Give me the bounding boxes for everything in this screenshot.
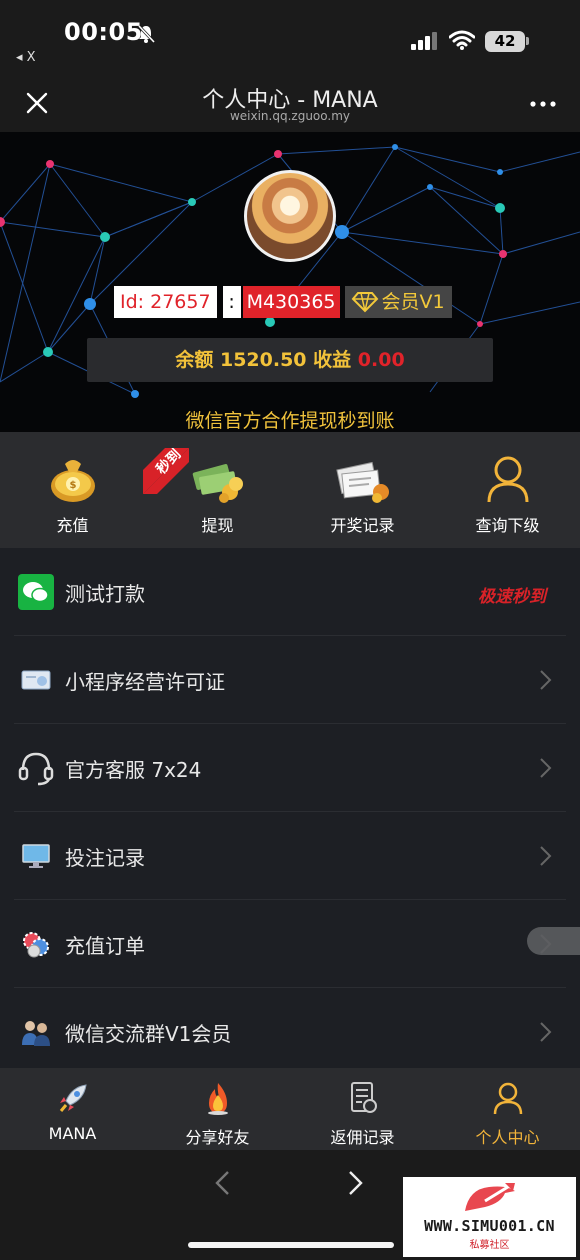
wifi-icon bbox=[449, 30, 475, 50]
recharge-button[interactable]: $ 充值 bbox=[0, 446, 145, 536]
user-id-label: Id: bbox=[120, 291, 145, 313]
certificate-icon bbox=[21, 670, 51, 690]
user-outline-icon bbox=[487, 456, 528, 503]
battery-tip bbox=[526, 37, 529, 45]
tab-label-share-friends: 分享好友 bbox=[185, 1128, 250, 1147]
balance-value: 1520.50 bbox=[219, 349, 307, 371]
chevron-right-icon bbox=[540, 670, 552, 690]
home-indicator[interactable] bbox=[188, 1242, 394, 1248]
floating-handle[interactable] bbox=[527, 927, 580, 955]
menu-item-wechat-group[interactable]: 微信交流群V1会员 bbox=[0, 988, 580, 1076]
tab-share-friends[interactable]: 分享好友 bbox=[145, 1080, 290, 1148]
tab-label-commission-records: 返佣记录 bbox=[330, 1128, 395, 1147]
balance-bar: 余额 1520.50 收益 0.00 bbox=[87, 338, 493, 382]
instant-payout-badge: 极速秒到 bbox=[478, 587, 549, 607]
user-id: Id: 27657 bbox=[114, 286, 217, 318]
status-time: 00:05 bbox=[64, 18, 143, 46]
withdraw-notice: 微信官方合作提现秒到账 bbox=[185, 410, 395, 432]
vip-badge: 会员V1 bbox=[344, 286, 452, 318]
tab-personal-center[interactable]: 个人中心 bbox=[435, 1080, 580, 1148]
menu-label-recharge-orders: 充值订单 bbox=[65, 934, 145, 958]
chevron-right-icon bbox=[540, 846, 552, 866]
user-id-row: Id: 27657 : M430365 会员V1 bbox=[114, 286, 452, 318]
income-value: 0.00 bbox=[357, 349, 405, 371]
menu-label-wechat-group: 微信交流群V1会员 bbox=[65, 1022, 232, 1046]
flame-icon bbox=[207, 1083, 228, 1115]
draw-records-button[interactable]: 开奖记录 bbox=[290, 446, 435, 536]
group-icon bbox=[22, 1021, 50, 1046]
quick-actions: $ 充值 提现 秒到 开奖记录 查询下级 bbox=[0, 432, 580, 548]
menu-item-recharge-orders[interactable]: 充值订单 bbox=[0, 900, 580, 988]
monitor-icon bbox=[22, 844, 50, 868]
menu-item-customer-service[interactable]: 官方客服 7x24 bbox=[0, 724, 580, 812]
tab-commission-records[interactable]: 返佣记录 bbox=[290, 1080, 435, 1148]
avatar[interactable] bbox=[244, 170, 336, 262]
battery-indicator: 42 bbox=[485, 31, 525, 52]
ticket-records-icon bbox=[335, 461, 389, 503]
profile-header: Id: 27657 : M430365 会员V1 余额 1520.50 收益 0… bbox=[0, 132, 580, 432]
title-bar: 个人中心 - MANA weixin.qq.zguoo.my bbox=[0, 80, 580, 132]
headset-icon bbox=[18, 752, 54, 786]
bottom-tab-bar: MANA 分享好友 返佣记录 个人中心 bbox=[0, 1068, 580, 1150]
rocket-icon bbox=[59, 1084, 87, 1112]
instant-ribbon: 秒到 bbox=[143, 448, 189, 494]
back-to-app-link[interactable]: ◂ X bbox=[16, 50, 36, 65]
more-options-icon[interactable] bbox=[528, 94, 558, 114]
back-arrow-icon[interactable] bbox=[212, 1170, 234, 1196]
browser-navigation: WWW.SIMU001.CN 私募社区 bbox=[0, 1150, 580, 1260]
money-bag-icon: $ bbox=[50, 460, 95, 502]
menu-item-test-payment[interactable]: 测试打款 极速秒到 bbox=[0, 548, 580, 636]
svg-text:$: $ bbox=[69, 480, 76, 491]
document-icon bbox=[350, 1082, 377, 1113]
draw-records-label: 开奖记录 bbox=[330, 516, 395, 535]
tab-label-personal-center: 个人中心 bbox=[475, 1128, 540, 1147]
chevron-right-icon bbox=[540, 758, 552, 778]
signal-icon bbox=[411, 32, 437, 50]
income-label: 收益 bbox=[313, 349, 352, 371]
diamond-icon bbox=[351, 292, 378, 313]
query-subordinates-button[interactable]: 查询下级 bbox=[435, 446, 580, 536]
balance-label: 余额 bbox=[175, 349, 214, 371]
user-id-value: 27657 bbox=[150, 291, 211, 313]
user-code: M430365 bbox=[242, 286, 340, 318]
tab-label-mana: MANA bbox=[48, 1124, 97, 1143]
instant-payout-text: 极速秒到 bbox=[478, 587, 549, 607]
id-separator: : bbox=[222, 286, 241, 318]
watermark: WWW.SIMU001.CN 私募社区 bbox=[403, 1177, 576, 1257]
bell-muted-icon bbox=[137, 24, 156, 44]
watermark-site: WWW.SIMU001.CN bbox=[424, 1217, 555, 1235]
menu-label-bet-records: 投注记录 bbox=[65, 846, 145, 870]
menu-label-customer-service: 官方客服 7x24 bbox=[65, 758, 202, 782]
query-subordinates-label: 查询下级 bbox=[475, 516, 540, 535]
page-url: weixin.qq.zguoo.my bbox=[229, 109, 351, 123]
vip-label: 会员V1 bbox=[381, 291, 445, 313]
recharge-label: 充值 bbox=[56, 516, 89, 535]
watermark-sub: 私募社区 bbox=[469, 1240, 510, 1251]
menu-list: 测试打款 极速秒到 小程序经营许可证 官方客服 7x24 投注记录 充值订单 微… bbox=[0, 548, 580, 1068]
tab-mana[interactable]: MANA bbox=[0, 1080, 145, 1143]
menu-label-license: 小程序经营许可证 bbox=[65, 670, 225, 694]
menu-item-bet-records[interactable]: 投注记录 bbox=[0, 812, 580, 900]
menu-label-test-payment: 测试打款 bbox=[65, 582, 145, 606]
chips-icon bbox=[23, 932, 49, 958]
wechat-icon bbox=[18, 574, 54, 610]
chevron-right-icon bbox=[540, 1022, 552, 1042]
withdraw-label: 提现 bbox=[201, 516, 234, 535]
cash-stack-icon bbox=[192, 464, 243, 503]
user-outline-icon bbox=[493, 1082, 522, 1115]
status-bar: 00:05 ◂ X 42 bbox=[0, 0, 580, 80]
forward-arrow-icon[interactable] bbox=[344, 1170, 366, 1196]
menu-item-license[interactable]: 小程序经营许可证 bbox=[0, 636, 580, 724]
watermark-logo bbox=[464, 1183, 515, 1211]
